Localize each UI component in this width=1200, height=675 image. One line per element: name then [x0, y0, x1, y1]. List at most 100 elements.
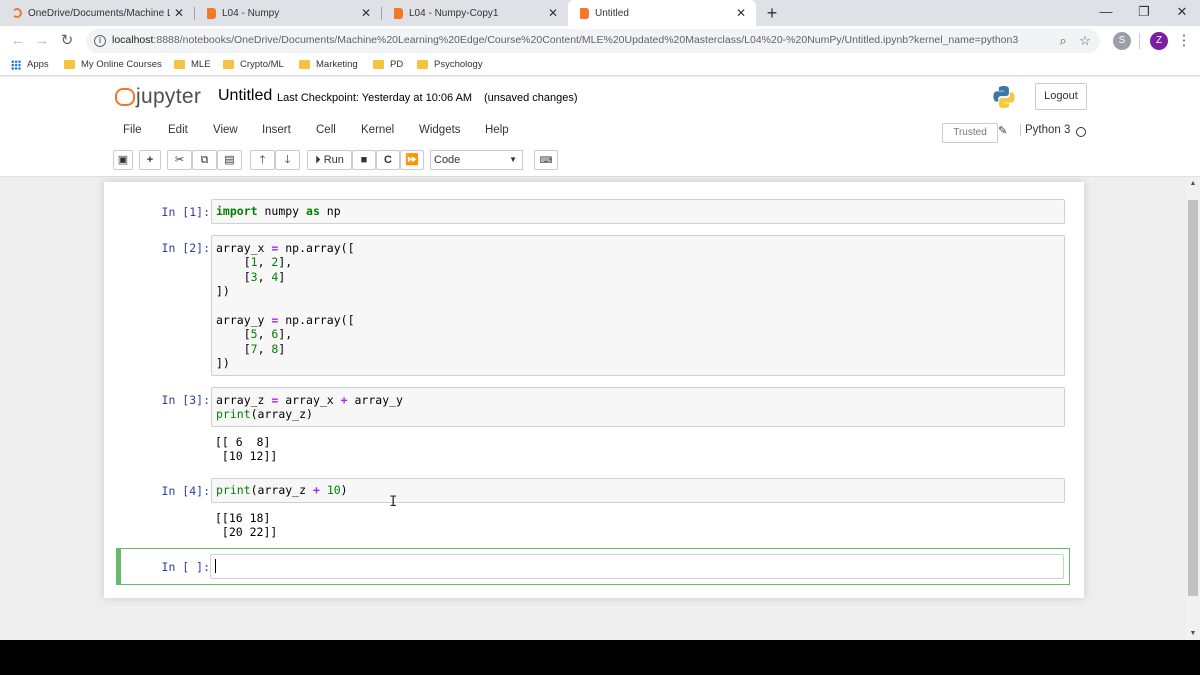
- folder-icon: [373, 60, 384, 69]
- scrollbar[interactable]: ▲ ▼: [1186, 178, 1200, 640]
- tab-title: L04 - Numpy: [222, 7, 280, 19]
- cell-output: [[ 6 8] [10 12]]: [215, 435, 278, 464]
- info-icon[interactable]: i: [94, 35, 106, 47]
- new-tab-button[interactable]: +: [762, 3, 782, 23]
- chevron-down-icon: ▼: [509, 155, 517, 164]
- code-cell[interactable]: In [2]: array_x = np.array([ [1, 2], [3,…: [116, 235, 1066, 376]
- forward-arrow-icon[interactable]: →: [32, 31, 52, 51]
- move-up-icon[interactable]: 🡑: [250, 150, 275, 170]
- code-text[interactable]: array_x = np.array([ [1, 2], [3, 4] ]) a…: [212, 236, 1064, 376]
- move-down-icon[interactable]: 🡓: [275, 150, 300, 170]
- input-prompt: In [2]:: [161, 241, 210, 255]
- kernel-idle-indicator: [1076, 127, 1086, 137]
- extension-icon[interactable]: S: [1113, 32, 1131, 50]
- tab-onedrive[interactable]: OneDrive/Documents/Machine L ✕: [0, 0, 194, 26]
- menu-insert[interactable]: Insert: [262, 124, 291, 136]
- save-icon[interactable]: ▣: [113, 150, 133, 170]
- tab-l04-numpy[interactable]: L04 - Numpy ✕: [195, 0, 381, 26]
- menu-cell[interactable]: Cell: [316, 124, 336, 136]
- scroll-up-icon[interactable]: ▲: [1186, 178, 1200, 190]
- restart-icon[interactable]: C: [376, 150, 400, 170]
- code-cell[interactable]: In [4]: print(array_z + 10) [[16 18] [20…: [116, 478, 1066, 543]
- input-prompt: In [4]:: [161, 484, 210, 498]
- python-logo-icon: [993, 86, 1015, 108]
- bookmark-my-online-courses[interactable]: My Online Courses: [64, 59, 162, 70]
- bookmark-apps[interactable]: Apps: [11, 59, 49, 70]
- menu-view[interactable]: View: [213, 124, 238, 136]
- jupyter-logo-icon: [114, 88, 135, 106]
- jupyter-logo[interactable]: jupyter: [114, 85, 201, 109]
- close-window-icon[interactable]: ✕: [1164, 0, 1200, 26]
- bookmark-pd[interactable]: PD: [373, 59, 403, 70]
- cell-output: [[16 18] [20 22]]: [215, 511, 278, 540]
- text-cursor: [215, 559, 216, 573]
- pencil-icon[interactable]: ✎: [998, 124, 1007, 137]
- menu-edit[interactable]: Edit: [168, 124, 188, 136]
- code-input[interactable]: array_z = array_x + array_y print(array_…: [211, 387, 1065, 427]
- logout-button[interactable]: Logout: [1035, 83, 1087, 110]
- tab-l04-numpy-copy1[interactable]: L04 - Numpy-Copy1 ✕: [382, 0, 568, 26]
- tab-untitled[interactable]: Untitled ✕: [568, 0, 756, 26]
- code-input[interactable]: array_x = np.array([ [1, 2], [3, 4] ]) a…: [211, 235, 1065, 376]
- code-cell[interactable]: In [1]: import numpy as np: [116, 199, 1066, 224]
- code-text[interactable]: print(array_z + 10): [212, 479, 1064, 502]
- bookmark-psychology[interactable]: Psychology: [417, 59, 483, 70]
- bookmarks-bar: Apps My Online Courses MLE Crypto/ML Mar…: [0, 56, 1200, 76]
- jupyter-header: jupyter Untitled Last Checkpoint: Yester…: [0, 77, 1200, 177]
- close-icon[interactable]: ✕: [357, 6, 375, 20]
- cut-icon[interactable]: ✂: [167, 150, 192, 170]
- more-menu-icon[interactable]: ⋮: [1174, 31, 1194, 51]
- copy-icon[interactable]: ⧉: [192, 150, 217, 170]
- folder-icon: [174, 60, 185, 69]
- notebook-page: In [1]: import numpy as np In [2]: array…: [104, 182, 1084, 598]
- notebook-name[interactable]: Untitled: [218, 87, 272, 105]
- kernel-name[interactable]: Python 3: [1020, 124, 1070, 136]
- restart-run-all-icon[interactable]: ⏩: [400, 150, 424, 170]
- checkpoint-status: Last Checkpoint: Yesterday at 10:06 AM: [277, 92, 473, 104]
- code-text[interactable]: array_z = array_x + array_y print(array_…: [212, 388, 1064, 427]
- close-icon[interactable]: ✕: [170, 6, 188, 20]
- command-palette-icon[interactable]: ⌨: [534, 150, 558, 170]
- menu-kernel[interactable]: Kernel: [361, 124, 394, 136]
- profile-avatar[interactable]: Z: [1150, 32, 1168, 50]
- zoom-search-icon[interactable]: ⌕: [1054, 32, 1072, 50]
- close-icon[interactable]: ✕: [544, 6, 562, 20]
- run-button[interactable]: ⏵ Run: [307, 150, 352, 170]
- tab-title: L04 - Numpy-Copy1: [409, 7, 499, 19]
- browser-window: OneDrive/Documents/Machine L ✕ L04 - Num…: [0, 0, 1200, 640]
- folder-icon: [417, 60, 428, 69]
- insert-cell-below-icon[interactable]: +: [139, 150, 161, 170]
- back-arrow-icon[interactable]: ←: [8, 31, 28, 51]
- folder-icon: [64, 60, 75, 69]
- minimize-icon[interactable]: —: [1088, 0, 1124, 26]
- folder-icon: [299, 60, 310, 69]
- address-bar[interactable]: i localhost:8888/notebooks/OneDrive/Docu…: [86, 29, 1100, 53]
- tab-title: OneDrive/Documents/Machine L: [28, 7, 170, 19]
- bookmark-star-icon[interactable]: ☆: [1076, 32, 1094, 50]
- code-input[interactable]: [210, 554, 1064, 579]
- bookmark-marketing[interactable]: Marketing: [299, 59, 358, 70]
- trusted-indicator[interactable]: Trusted: [942, 123, 998, 143]
- cell-type-select[interactable]: Code ▼: [430, 150, 523, 170]
- code-cell[interactable]: In [3]: array_z = array_x + array_y prin…: [116, 387, 1066, 467]
- active-code-cell[interactable]: In [ ]:: [116, 548, 1070, 585]
- menu-help[interactable]: Help: [485, 124, 509, 136]
- interrupt-icon[interactable]: ■: [352, 150, 376, 170]
- bookmark-crypto-ml[interactable]: Crypto/ML: [223, 59, 284, 70]
- code-text[interactable]: import numpy as np: [212, 200, 1064, 223]
- paste-icon[interactable]: ▤: [217, 150, 242, 170]
- bookmark-mle[interactable]: MLE: [174, 59, 211, 70]
- jupyter-book-icon: [394, 7, 403, 19]
- scrollbar-thumb[interactable]: [1188, 200, 1198, 596]
- menu-widgets[interactable]: Widgets: [419, 124, 461, 136]
- url-text[interactable]: localhost:8888/notebooks/OneDrive/Docume…: [112, 34, 1018, 46]
- code-input[interactable]: import numpy as np: [211, 199, 1065, 224]
- close-icon[interactable]: ✕: [732, 6, 750, 20]
- code-input[interactable]: print(array_z + 10): [211, 478, 1065, 503]
- jupyter-book-icon: [580, 7, 589, 19]
- restore-icon[interactable]: ❐: [1126, 0, 1162, 26]
- menu-file[interactable]: File: [123, 124, 142, 136]
- reload-icon[interactable]: ↻: [57, 31, 77, 51]
- tab-title: Untitled: [595, 7, 629, 19]
- scroll-down-icon[interactable]: ▼: [1186, 628, 1200, 640]
